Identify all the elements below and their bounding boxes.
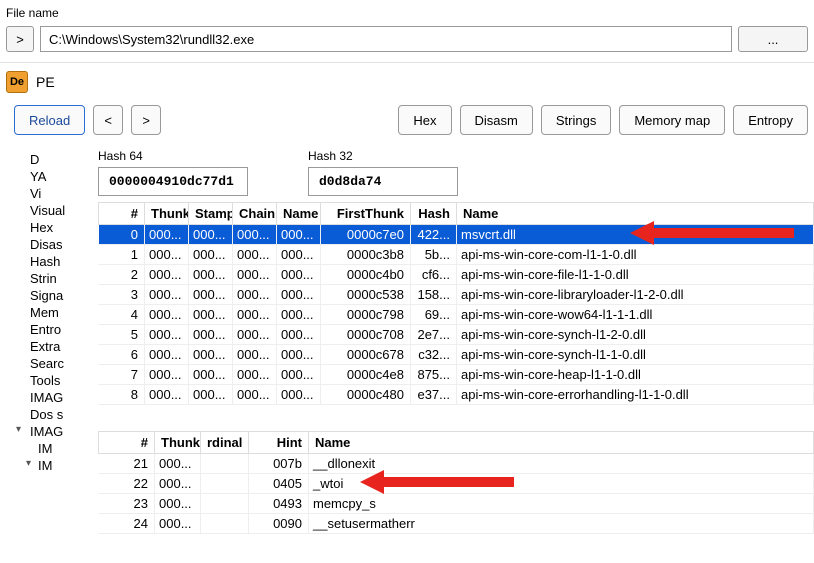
sidebar-item[interactable]: Strin xyxy=(4,270,92,287)
column-header[interactable]: # xyxy=(99,432,155,454)
table-row[interactable]: 6000...000...000...000...0000c678c32...a… xyxy=(99,345,814,365)
sidebar-item[interactable]: ▾IMAG xyxy=(4,423,92,440)
sidebar-item[interactable]: YA xyxy=(4,168,92,185)
disasm-button[interactable]: Disasm xyxy=(460,105,533,135)
entropy-button[interactable]: Entropy xyxy=(733,105,808,135)
sidebar-item[interactable]: Extra xyxy=(4,338,92,355)
column-header[interactable]: Chain xyxy=(233,203,277,225)
sidebar-item[interactable]: Searc xyxy=(4,355,92,372)
pe-icon: De xyxy=(6,71,28,93)
sidebar-item[interactable]: Tools xyxy=(4,372,92,389)
sidebar-item[interactable]: ▾IM xyxy=(4,457,92,474)
file-name-label: File name xyxy=(6,6,808,20)
sidebar-item[interactable]: Hex xyxy=(4,219,92,236)
table-row[interactable]: 23000...0493memcpy_s xyxy=(99,494,814,514)
sidebar-item[interactable]: D xyxy=(4,151,92,168)
hash32-label: Hash 32 xyxy=(308,149,458,163)
caret-down-icon: ▾ xyxy=(26,458,36,469)
hash64-label: Hash 64 xyxy=(98,149,248,163)
table-row[interactable]: 5000...000...000...000...0000c7082e7...a… xyxy=(99,325,814,345)
caret-down-icon: ▾ xyxy=(16,424,26,435)
sidebar-item[interactable]: Signa xyxy=(4,287,92,304)
table-row[interactable]: 24000...0090__setusermatherr xyxy=(99,514,814,534)
pe-title: PE xyxy=(36,74,55,90)
sidebar-item[interactable]: Hash xyxy=(4,253,92,270)
hex-button[interactable]: Hex xyxy=(398,105,451,135)
column-header[interactable]: rdinal xyxy=(201,432,249,454)
table-row[interactable]: 8000...000...000...000...0000c480e37...a… xyxy=(99,385,814,405)
column-header[interactable]: Thunk xyxy=(145,203,189,225)
nav-prev-button[interactable]: < xyxy=(93,105,123,135)
imports-table: # Thunk Stamp Chain Name FirstThunk Hash… xyxy=(98,202,814,405)
column-header[interactable]: Hash xyxy=(411,203,457,225)
sidebar-item[interactable]: Vi xyxy=(4,185,92,202)
column-header[interactable]: Name xyxy=(277,203,321,225)
column-header[interactable]: FirstThunk xyxy=(321,203,411,225)
file-path-input[interactable] xyxy=(40,26,732,52)
browse-button[interactable]: ... xyxy=(738,26,808,52)
sidebar: D YA Vi Visual Hex Disas Hash Strin Sign… xyxy=(0,149,92,563)
table-row[interactable]: 3000...000...000...000...0000c538158...a… xyxy=(99,285,814,305)
hash32-value[interactable]: d0d8da74 xyxy=(308,167,458,196)
memory-map-button[interactable]: Memory map xyxy=(619,105,725,135)
sidebar-item[interactable]: Dos s xyxy=(4,406,92,423)
sidebar-item[interactable]: Disas xyxy=(4,236,92,253)
column-header[interactable]: Stamp xyxy=(189,203,233,225)
table-row[interactable]: 21000...007b__dllonexit xyxy=(99,454,814,474)
table-row[interactable]: 4000...000...000...000...0000c79869...ap… xyxy=(99,305,814,325)
nav-next-button[interactable]: > xyxy=(131,105,161,135)
table-row[interactable]: 7000...000...000...000...0000c4e8875...a… xyxy=(99,365,814,385)
table-row[interactable]: 1000...000...000...000...0000c3b85b...ap… xyxy=(99,245,814,265)
column-header[interactable]: Name xyxy=(309,432,814,454)
sidebar-item[interactable]: IMAG xyxy=(4,389,92,406)
column-header[interactable]: # xyxy=(99,203,145,225)
column-header[interactable]: Hint xyxy=(249,432,309,454)
reload-button[interactable]: Reload xyxy=(14,105,85,135)
table-row[interactable]: 2000...000...000...000...0000c4b0cf6...a… xyxy=(99,265,814,285)
column-header[interactable]: Thunk xyxy=(155,432,201,454)
sidebar-item[interactable]: Entro xyxy=(4,321,92,338)
file-toggle-button[interactable]: > xyxy=(6,26,34,52)
strings-button[interactable]: Strings xyxy=(541,105,611,135)
sidebar-item[interactable]: Visual xyxy=(4,202,92,219)
functions-table: # Thunk rdinal Hint Name 21000...007b__d… xyxy=(98,431,814,534)
sidebar-item[interactable]: IM xyxy=(4,440,92,457)
sidebar-item[interactable]: Mem xyxy=(4,304,92,321)
hash64-value[interactable]: 0000004910dc77d1 xyxy=(98,167,248,196)
